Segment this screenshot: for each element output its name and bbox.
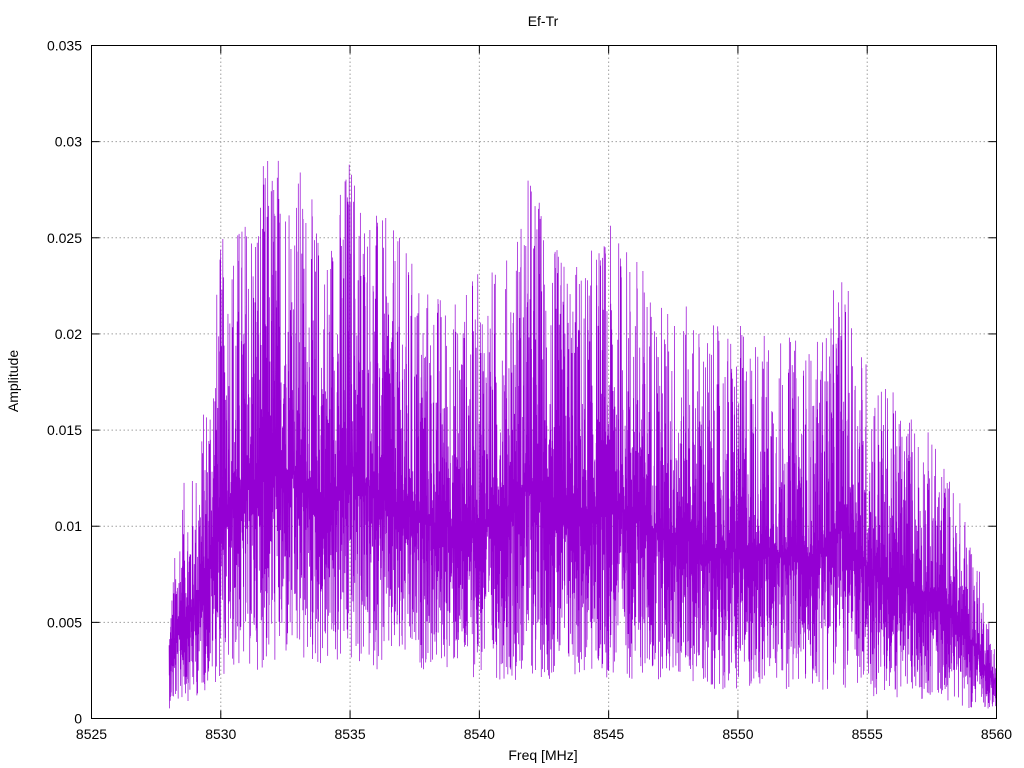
y-tick-label: 0.015 [47,422,82,438]
x-tick-label: 8530 [205,726,236,742]
x-axis-label: Freq [MHz] [508,747,577,763]
y-tick-label: 0.03 [55,134,82,150]
x-tick-label: 8550 [722,726,753,742]
chart-title: Ef-Tr [528,13,559,29]
x-tick-label: 8545 [593,726,624,742]
y-tick-label: 0 [74,711,82,727]
y-tick-label: 0.02 [55,326,82,342]
x-tick-label: 8525 [76,726,107,742]
x-tick-label: 8560 [981,726,1012,742]
x-tick-label: 8540 [464,726,495,742]
y-tick-label: 0.035 [47,38,82,54]
x-tick-label: 8555 [852,726,883,742]
chart: Ef-Tr Amplitude Freq [MHz] 8525 8530 8535 8… [5,13,1012,763]
series-group [168,160,997,709]
x-tick-label: 8535 [334,726,365,742]
y-tick-label: 0.005 [47,614,82,630]
y-tick-label: 0.01 [55,518,82,534]
series-line [168,160,997,709]
y-axis-label: Amplitude [5,350,21,412]
y-tick-label: 0.025 [47,230,82,246]
